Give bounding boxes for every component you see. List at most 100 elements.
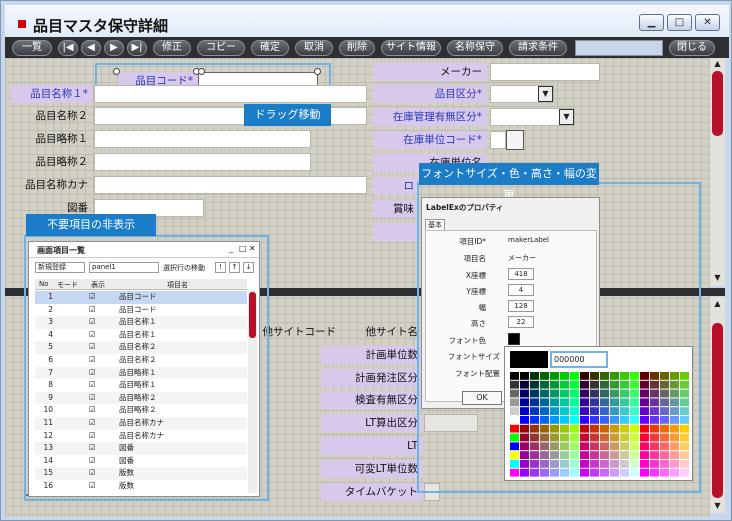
color-swatch[interactable] — [520, 424, 529, 433]
color-swatch[interactable] — [540, 442, 549, 451]
color-swatch[interactable] — [600, 460, 609, 468]
color-swatch[interactable] — [520, 442, 529, 451]
color-swatch[interactable] — [610, 380, 619, 389]
color-swatch[interactable] — [630, 460, 639, 468]
color-grid[interactable] — [510, 372, 690, 478]
color-swatch[interactable] — [570, 424, 579, 433]
scroll-thumb[interactable] — [712, 323, 723, 498]
prev-record-button[interactable]: ◀ — [81, 40, 101, 56]
list-item[interactable]: 5 ☑ 品目名称２ — [35, 341, 247, 354]
color-swatch[interactable] — [530, 442, 539, 451]
color-swatch[interactable] — [550, 407, 559, 415]
resize-handle[interactable] — [314, 68, 321, 75]
color-swatch[interactable] — [610, 398, 619, 407]
color-swatch[interactable] — [660, 416, 669, 424]
color-swatch[interactable] — [580, 424, 589, 433]
color-swatch[interactable] — [630, 372, 639, 380]
color-swatch[interactable] — [510, 407, 519, 415]
color-swatch[interactable] — [630, 416, 639, 424]
color-swatch[interactable] — [600, 416, 609, 424]
color-swatch[interactable] — [580, 389, 589, 398]
color-swatch[interactable] — [540, 433, 549, 442]
list-item[interactable]: 1 ☑ 品目コード — [35, 291, 247, 304]
display-checkbox[interactable]: ☑ — [89, 354, 96, 366]
color-swatch[interactable] — [680, 416, 689, 424]
color-swatch[interactable] — [610, 442, 619, 451]
color-swatch[interactable] — [570, 407, 579, 415]
color-swatch[interactable] — [680, 372, 689, 380]
list-item[interactable]: 7 ☑ 品目略称１ — [35, 366, 247, 380]
color-swatch[interactable] — [510, 372, 519, 380]
color-swatch[interactable] — [630, 389, 639, 398]
list-item[interactable]: 15 ☑ 版数 — [35, 467, 247, 480]
list-item[interactable]: 10 ☑ 品目略称２ — [35, 404, 247, 417]
name-maintenance-button[interactable]: 名称保守 — [447, 40, 503, 56]
short1-field[interactable] — [94, 130, 311, 148]
color-swatch[interactable] — [650, 407, 659, 415]
color-swatch[interactable] — [600, 433, 609, 442]
color-swatch[interactable] — [510, 433, 519, 442]
move-up-button[interactable]: ↑ — [229, 262, 240, 273]
list-scroll-thumb[interactable] — [249, 292, 256, 338]
color-swatch[interactable] — [530, 398, 539, 407]
color-swatch[interactable] — [610, 451, 619, 459]
color-swatch[interactable] — [580, 407, 589, 415]
color-swatch[interactable] — [570, 416, 579, 424]
list-item[interactable]: 2 ☑ 品目コード — [35, 303, 247, 317]
panel-select[interactable]: panel1 — [89, 262, 159, 273]
color-swatch[interactable] — [650, 416, 659, 424]
color-swatch[interactable] — [620, 398, 629, 407]
move-top-button[interactable]: ! — [215, 262, 226, 273]
color-swatch[interactable] — [660, 372, 669, 380]
maximize-button[interactable]: □ — [667, 14, 692, 31]
cancel-button[interactable]: 取消 — [295, 40, 333, 56]
color-swatch[interactable] — [610, 460, 619, 468]
color-swatch[interactable] — [530, 424, 539, 433]
color-swatch[interactable] — [550, 468, 559, 477]
color-swatch[interactable] — [600, 380, 609, 389]
list-item[interactable]: 16 ☑ 版数 — [35, 480, 247, 493]
color-swatch[interactable] — [550, 424, 559, 433]
color-swatch[interactable] — [610, 424, 619, 433]
color-swatch[interactable] — [680, 460, 689, 468]
color-swatch[interactable] — [620, 416, 629, 424]
props-height-field[interactable]: 22 — [508, 316, 534, 328]
display-checkbox[interactable]: ☑ — [89, 367, 96, 379]
color-swatch[interactable] — [530, 460, 539, 468]
list-button[interactable]: 一覧 — [12, 40, 52, 56]
scroll-down-icon[interactable]: ▼ — [710, 501, 725, 511]
list-item[interactable]: 12 ☑ 品目名称カナ — [35, 429, 247, 443]
color-swatch[interactable] — [680, 380, 689, 389]
color-swatch[interactable] — [540, 416, 549, 424]
ok-button[interactable]: OK — [462, 391, 502, 405]
display-checkbox[interactable]: ☑ — [89, 417, 96, 429]
confirm-button[interactable]: 確定 — [251, 40, 289, 56]
move-down-button[interactable]: ↓ — [243, 262, 254, 273]
last-record-button[interactable]: ▶| — [127, 40, 147, 56]
color-swatch[interactable] — [570, 442, 579, 451]
scroll-down-icon[interactable]: ▼ — [710, 273, 725, 283]
color-swatch[interactable] — [610, 416, 619, 424]
mode-select[interactable]: 新規登録 — [35, 262, 85, 273]
color-swatch[interactable] — [530, 451, 539, 459]
color-swatch[interactable] — [620, 407, 629, 415]
color-swatch[interactable] — [630, 407, 639, 415]
scroll-thumb[interactable] — [712, 71, 723, 136]
color-swatch[interactable] — [560, 442, 569, 451]
color-swatch[interactable] — [530, 372, 539, 380]
color-swatch[interactable] — [680, 424, 689, 433]
color-swatch[interactable] — [600, 424, 609, 433]
color-swatch[interactable] — [620, 460, 629, 468]
color-swatch[interactable] — [590, 389, 599, 398]
color-swatch[interactable] — [550, 398, 559, 407]
color-swatch[interactable] — [670, 389, 679, 398]
chevron-down-icon[interactable]: ▼ — [538, 86, 553, 102]
font-color-swatch[interactable] — [508, 333, 520, 345]
color-swatch[interactable] — [640, 372, 649, 380]
color-swatch[interactable] — [590, 460, 599, 468]
display-checkbox[interactable]: ☑ — [89, 392, 96, 404]
color-swatch[interactable] — [570, 451, 579, 459]
color-swatch[interactable] — [620, 451, 629, 459]
color-swatch[interactable] — [670, 424, 679, 433]
edit-button[interactable]: 修正 — [153, 40, 191, 56]
